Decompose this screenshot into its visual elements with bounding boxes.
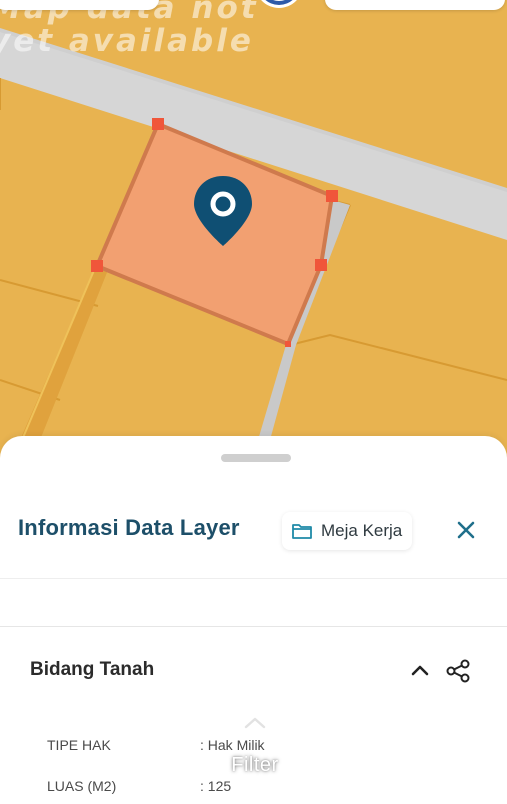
attribute-key: LUAS (M2) <box>47 778 117 794</box>
chevron-up-icon <box>244 717 266 729</box>
divider <box>0 578 507 579</box>
compass-icon[interactable] <box>254 0 304 10</box>
workspace-label: Meja Kerja <box>321 521 403 540</box>
folder-icon <box>292 524 312 539</box>
filter-button[interactable]: Filter <box>225 716 285 796</box>
sheet-title: Informasi Data Layer <box>18 515 240 540</box>
filter-label: Filter <box>231 754 279 776</box>
close-button[interactable] <box>452 516 480 544</box>
close-icon <box>457 521 475 539</box>
share-icon[interactable] <box>445 658 471 684</box>
divider <box>0 626 507 627</box>
workspace-button[interactable]: Meja Kerja <box>282 512 413 550</box>
top-search-bar[interactable] <box>0 0 159 10</box>
map-pin-icon[interactable] <box>192 174 254 248</box>
top-action-bar[interactable] <box>325 0 505 10</box>
attribute-key: TIPE HAK <box>47 737 111 753</box>
sheet-drag-handle[interactable] <box>221 454 291 462</box>
section-title: Bidang Tanah <box>30 659 155 680</box>
chevron-up-icon[interactable] <box>408 659 432 683</box>
info-bottom-sheet: Informasi Data Layer Meja Kerja Bidang T… <box>0 436 507 804</box>
